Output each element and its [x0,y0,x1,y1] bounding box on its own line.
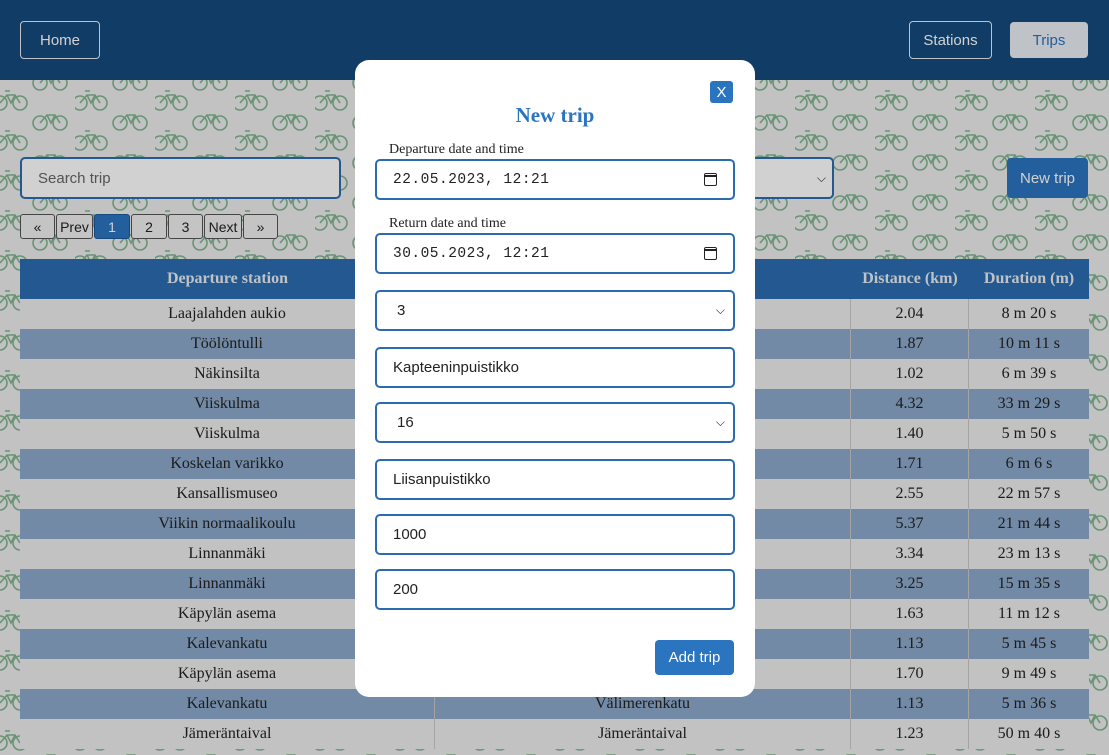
modal-title: New trip [515,103,595,127]
chevron-down-icon: ⌵ [715,303,725,317]
departure-station-name-input[interactable]: Kapteeninpuistikko [375,347,735,388]
calendar-icon[interactable] [704,247,717,260]
return-station-select-value: 16 [397,414,414,431]
departure-datetime-value: 22.05.2023, 12:21 [393,171,550,188]
departure-station-select[interactable]: 3 ⌵ [375,290,735,331]
calendar-icon[interactable] [704,173,717,186]
departure-station-select-value: 3 [397,302,406,319]
new-trip-modal: X New trip Departure date and time 22.05… [355,60,755,697]
close-button[interactable]: X [710,81,733,103]
return-station-select[interactable]: 16 ⌵ [375,402,735,443]
chevron-down-icon: ⌵ [715,415,725,429]
distance-input[interactable]: 1000 [375,514,735,555]
duration-value: 200 [393,581,419,598]
distance-value: 1000 [393,526,427,543]
return-station-name-input[interactable]: Liisanpuistikko [375,459,735,500]
duration-input[interactable]: 200 [375,569,735,610]
add-trip-button[interactable]: Add trip [655,640,734,675]
return-datetime-label: Return date and time [389,216,507,231]
departure-datetime-label: Departure date and time [389,142,524,157]
return-datetime-input[interactable]: 30.05.2023, 12:21 [375,233,735,274]
return-datetime-value: 30.05.2023, 12:21 [393,245,550,262]
return-station-name-value: Liisanpuistikko [393,471,491,488]
departure-station-name-value: Kapteeninpuistikko [393,359,519,376]
departure-datetime-input[interactable]: 22.05.2023, 12:21 [375,159,735,200]
